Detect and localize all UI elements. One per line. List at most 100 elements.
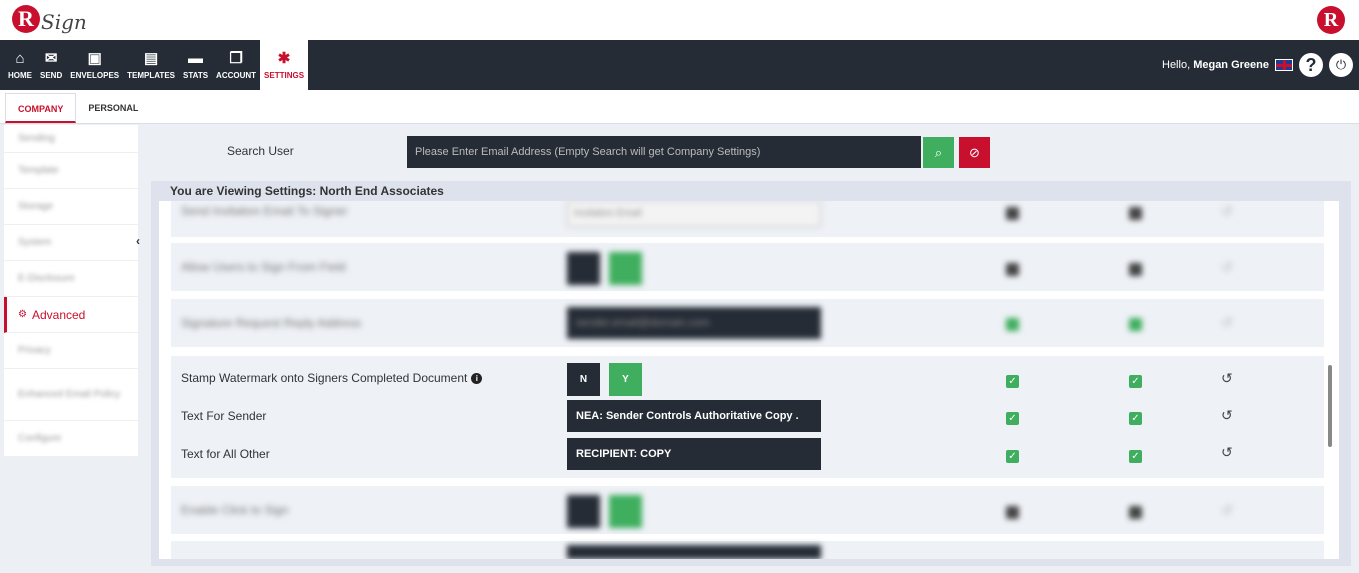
history-icon[interactable]: ↺ <box>1221 444 1233 461</box>
nav-stats[interactable]: ▬ STATS <box>179 40 212 90</box>
gear-icon: ✱ <box>277 50 291 67</box>
search-input[interactable] <box>407 136 921 168</box>
settings-scrollbar[interactable] <box>1326 201 1334 559</box>
sidebar-item-edisclosure[interactable]: E-Disclosure <box>4 261 138 297</box>
sidebar-item-storage[interactable]: Storage <box>4 189 138 225</box>
blurred-field <box>567 545 821 559</box>
sidebar-item-label: Privacy <box>18 345 51 356</box>
nav-settings[interactable]: ✱ SETTINGS <box>260 40 309 90</box>
settings-row <box>171 541 1324 559</box>
scrollbar-thumb[interactable] <box>1328 365 1332 447</box>
settings-list: Send Invitation Email To Signer Invitati… <box>159 201 1339 559</box>
history-icon[interactable]: ↺ <box>1221 203 1233 220</box>
account-icon: ❐ <box>229 50 243 67</box>
collapse-sidebar-icon[interactable]: ‹ <box>136 234 140 248</box>
sidebar-item-label: E-Disclosure <box>18 273 75 284</box>
nav-label: SEND <box>40 71 63 80</box>
sidebar-item-label: Storage <box>18 201 54 212</box>
user-name: Megan Greene <box>1193 59 1269 71</box>
search-button[interactable]: ⌕ <box>923 137 954 168</box>
nav-user-area: Hello, Megan Greene ? ⏻ <box>1162 40 1353 90</box>
checkbox[interactable] <box>1129 207 1142 220</box>
checkbox[interactable] <box>1006 318 1019 331</box>
settings-row: Enable Click to Sign ↺ <box>171 486 1324 534</box>
checkbox[interactable] <box>1006 263 1019 276</box>
nav-home[interactable]: ⌂ HOME <box>4 40 36 90</box>
toggle-n-button[interactable]: N <box>567 363 600 396</box>
toggle-y-button[interactable] <box>609 495 642 528</box>
checkbox[interactable] <box>1129 318 1142 331</box>
nav-envelopes[interactable]: ▣ ENVELOPES <box>66 40 123 90</box>
toggle-y-button[interactable] <box>609 252 642 285</box>
sidebar-item-advanced[interactable]: ⚙ Advanced <box>4 297 138 333</box>
checkbox[interactable]: ✓ <box>1006 412 1019 425</box>
info-icon[interactable]: i <box>471 373 483 385</box>
clear-search-button[interactable]: ⊘ <box>959 137 990 168</box>
history-icon[interactable]: ↺ <box>1221 370 1233 387</box>
sidebar-item-label: Configure <box>18 433 62 444</box>
sidebar-item-label: Template <box>18 165 59 176</box>
sidebar-item-configure[interactable]: Configure <box>4 421 138 457</box>
main-navbar: ⌂ HOME ✉ SEND ▣ ENVELOPES ▤ TEMPLATES ▬ STATS… <box>0 40 1359 90</box>
checkbox[interactable]: ✓ <box>1129 375 1142 388</box>
text-for-sender-label: Text For Sender <box>181 409 267 423</box>
help-button[interactable]: ? <box>1299 53 1323 77</box>
history-icon[interactable]: ↺ <box>1221 407 1233 424</box>
checkbox[interactable]: ✓ <box>1129 412 1142 425</box>
checkbox[interactable] <box>1129 506 1142 519</box>
settings-panel: You are Viewing Settings: North End Asso… <box>151 181 1351 566</box>
checkbox[interactable]: ✓ <box>1006 450 1019 463</box>
settings-tabs: COMPANY PERSONAL <box>0 90 1359 124</box>
sidebar-item-sending[interactable]: Sending <box>4 125 138 153</box>
setting-label: Send Invitation Email To Signer <box>181 204 348 218</box>
settings-sidebar: Sending Template Storage System E-Disclo… <box>4 125 138 457</box>
settings-row: Send Invitation Email To Signer Invitati… <box>171 201 1324 237</box>
stamp-watermark-label: Stamp Watermark onto Signers Completed D… <box>181 371 483 385</box>
checkbox[interactable]: ✓ <box>1006 375 1019 388</box>
sidebar-item-label: Enhanced Email Policy <box>18 389 121 400</box>
nav-account[interactable]: ❐ ACCOUNT <box>212 40 260 90</box>
sidebar-item-template[interactable]: Template <box>4 153 138 189</box>
sidebar-item-email-policy[interactable]: Enhanced Email Policy <box>4 369 138 421</box>
inbox-icon: ▣ <box>87 50 102 67</box>
toggle-y-button[interactable]: Y <box>609 363 642 396</box>
brand-badge-icon: R <box>1317 6 1345 34</box>
history-icon[interactable]: ↺ <box>1221 502 1233 519</box>
sidebar-item-system[interactable]: System <box>4 225 138 261</box>
logout-power-icon[interactable]: ⏻ <box>1329 53 1353 77</box>
uk-flag-icon[interactable] <box>1275 59 1293 71</box>
nav-label: HOME <box>8 71 32 80</box>
greeting-prefix: Hello, <box>1162 59 1191 71</box>
reply-address-select[interactable]: sender.email@domain.com <box>567 307 821 339</box>
history-icon[interactable]: ↺ <box>1221 314 1233 331</box>
nav-label: TEMPLATES <box>127 71 175 80</box>
checkbox[interactable]: ✓ <box>1129 450 1142 463</box>
home-icon: ⌂ <box>15 50 25 67</box>
setting-label: Enable Click to Sign <box>181 503 289 517</box>
checkbox[interactable] <box>1129 263 1142 276</box>
greeting: Hello, Megan Greene <box>1162 59 1269 71</box>
toggle-n-button[interactable] <box>567 495 600 528</box>
setting-label: Signature Request Reply Address <box>181 316 362 330</box>
stamp-watermark-text: Stamp Watermark onto Signers Completed D… <box>181 371 468 385</box>
setting-label: Allow Users to Sign From Field <box>181 260 346 274</box>
sidebar-item-label: Advanced <box>31 307 86 322</box>
nav-templates[interactable]: ▤ TEMPLATES <box>123 40 179 90</box>
nav-send[interactable]: ✉ SEND <box>36 40 66 90</box>
ban-icon: ⊘ <box>969 144 980 160</box>
text-for-all-other-field[interactable]: RECIPIENT: COPY <box>567 438 821 470</box>
toggle-n-button[interactable] <box>567 252 600 285</box>
checkbox[interactable] <box>1006 506 1019 519</box>
sidebar-item-label: Sending <box>18 133 55 144</box>
rsign-logo[interactable]: R Sign <box>12 4 87 34</box>
gears-icon: ⚙ <box>18 309 27 320</box>
setting-select[interactable]: Invitation Email <box>567 201 821 227</box>
checkbox[interactable] <box>1006 207 1019 220</box>
tab-personal[interactable]: PERSONAL <box>76 93 150 123</box>
top-bar: R Sign R <box>0 0 1359 40</box>
settings-row: Allow Users to Sign From Field ↺ <box>171 243 1324 291</box>
history-icon[interactable]: ↺ <box>1221 259 1233 276</box>
text-for-sender-field[interactable]: NEA: Sender Controls Authoritative Copy … <box>567 400 821 432</box>
sidebar-item-privacy[interactable]: Privacy <box>4 333 138 369</box>
tab-company[interactable]: COMPANY <box>5 93 77 123</box>
